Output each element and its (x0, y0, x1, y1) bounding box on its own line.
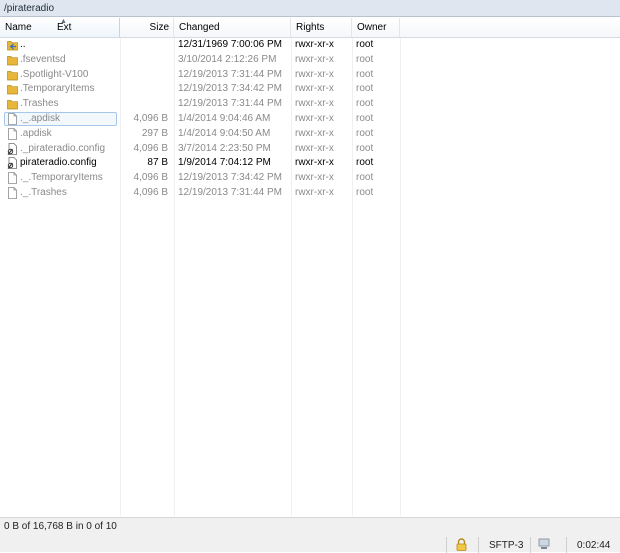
file-row[interactable]: ._pirateradio.config 4,096 B 3/7/2014 2:23… (0, 142, 400, 157)
column-divider (400, 38, 401, 516)
path-bar[interactable]: /pirateradio (0, 0, 620, 17)
file-name: .Trashes (20, 98, 59, 110)
file-size: 87 B (147, 157, 168, 169)
status-divider (446, 537, 447, 553)
file-row[interactable]: pirateradio.config 87 B 1/9/2014 7:04:12 P… (0, 156, 400, 171)
file-changed: 1/9/2014 7:04:12 PM (178, 157, 271, 169)
file-name: ._.Trashes (20, 186, 67, 198)
folder-icon (7, 55, 18, 66)
file-owner: root (356, 98, 374, 110)
file-list-header: Name ▲ Ext Size Changed Rights Owner (0, 18, 620, 38)
file-owner: root (356, 142, 374, 154)
file-changed: 12/19/2013 7:31:44 PM (178, 68, 282, 80)
file-icon (8, 187, 17, 199)
protocol-indicator: SFTP-3 (489, 540, 524, 551)
network-connection-icon[interactable] (538, 538, 550, 550)
file-size: 4,096 B (133, 172, 168, 184)
current-path: /pirateradio (4, 3, 55, 14)
status-divider (530, 537, 531, 553)
file-owner: root (356, 68, 374, 80)
column-header-size[interactable]: Size (120, 18, 174, 37)
file-name: ._.apdisk (20, 112, 61, 124)
file-size: 4,096 B (133, 186, 168, 198)
file-changed: 1/4/2014 9:04:46 AM (178, 112, 271, 124)
column-header-owner[interactable]: Owner (352, 18, 400, 37)
file-changed: 12/31/1969 7:00:06 PM (178, 39, 282, 50)
file-row[interactable]: .fseventsd 3/10/2014 2:12:26 PM rwxr-xr-x r… (0, 53, 400, 68)
file-changed: 3/7/2014 2:23:50 PM (178, 142, 271, 154)
file-size: 4,096 B (133, 142, 168, 154)
config-file-icon (7, 142, 17, 155)
file-row[interactable]: .Spotlight-V100 12/19/2013 7:31:44 PM rwxr… (0, 68, 400, 83)
column-header-rights[interactable]: Rights (291, 18, 352, 37)
file-owner: root (356, 83, 374, 95)
folder-icon (7, 100, 18, 110)
column-header-changed[interactable]: Changed (174, 18, 291, 37)
file-changed: 3/10/2014 2:12:26 PM (178, 53, 277, 65)
file-rights: rwxr-xr-x (295, 172, 334, 184)
file-owner: root (356, 39, 374, 50)
file-icon (8, 127, 17, 140)
file-owner: root (356, 186, 374, 198)
file-icon (8, 172, 17, 185)
session-timer: 0:02:44 (577, 540, 611, 551)
folder-icon (7, 85, 18, 95)
file-name: pirateradio.config (20, 157, 97, 169)
file-changed: 12/19/2013 7:31:44 PM (178, 186, 282, 198)
status-divider (478, 537, 479, 553)
parent-folder-icon (7, 41, 18, 51)
file-rights: rwxr-xr-x (295, 186, 334, 198)
file-rights: rwxr-xr-x (295, 83, 334, 95)
file-name: ._pirateradio.config (20, 142, 106, 154)
file-row[interactable]: .. 12/31/1969 7:00:06 PM rwxr-xr-x root (0, 38, 400, 53)
selection-summary: 0 B of 16,768 B in 0 of 10 (4, 521, 117, 532)
file-rights: rwxr-xr-x (295, 53, 334, 65)
file-changed: 12/19/2013 7:34:42 PM (178, 83, 282, 95)
config-file-icon (7, 157, 17, 170)
file-rights: rwxr-xr-x (295, 98, 334, 110)
file-owner: root (356, 53, 374, 65)
column-header-name[interactable]: Name ▲ Ext (0, 18, 120, 37)
file-changed: 12/19/2013 7:31:44 PM (178, 98, 282, 110)
file-row[interactable]: .Trashes 12/19/2013 7:31:44 PM rwxr-xr-x ro… (0, 97, 400, 112)
file-rights: rwxr-xr-x (295, 127, 334, 139)
file-rights: rwxr-xr-x (295, 39, 334, 50)
file-row[interactable]: .apdisk 297 B 1/4/2014 9:04:50 AM rwxr-xr-x… (0, 127, 400, 142)
file-name: ._.TemporaryItems (20, 172, 103, 184)
file-size: 4,096 B (133, 112, 168, 124)
file-row[interactable]: .TemporaryItems 12/19/2013 7:34:42 PM rwxr… (0, 82, 400, 97)
file-rights: rwxr-xr-x (295, 112, 334, 124)
file-name: .fseventsd (20, 53, 66, 65)
file-changed: 1/4/2014 9:04:50 AM (178, 127, 271, 139)
file-changed: 12/19/2013 7:34:42 PM (178, 172, 282, 184)
file-name: .TemporaryItems (20, 83, 95, 95)
file-name: .apdisk (20, 127, 52, 139)
status-bar: 0 B of 16,768 B in 0 of 10 SFTP-3 0:02:4… (0, 517, 620, 553)
file-owner: root (356, 127, 374, 139)
lock-icon[interactable] (456, 538, 467, 551)
file-name: .Spotlight-V100 (20, 68, 89, 80)
file-owner: root (356, 112, 374, 124)
file-name: .. (20, 39, 26, 50)
file-list: .. 12/31/1969 7:00:06 PM rwxr-xr-x root .fse… (0, 38, 400, 201)
file-row[interactable]: ._.Trashes 4,096 B 12/19/2013 7:31:44 PM rw… (0, 186, 400, 201)
file-row[interactable]: ._.TemporaryItems 4,096 B 12/19/2013 7:34:… (0, 171, 400, 186)
column-header-ext[interactable]: Ext (57, 18, 71, 37)
file-size: 297 B (141, 127, 168, 139)
status-divider (566, 537, 567, 553)
file-row[interactable]: ._.apdisk 4,096 B 1/4/2014 9:04:46 AM rwxr-… (0, 111, 400, 127)
file-rights: rwxr-xr-x (295, 142, 334, 154)
file-owner: root (356, 157, 374, 169)
file-rights: rwxr-xr-x (295, 157, 334, 169)
file-owner: root (356, 172, 374, 184)
folder-icon (7, 70, 18, 80)
file-icon (8, 113, 17, 125)
file-rights: rwxr-xr-x (295, 68, 334, 80)
